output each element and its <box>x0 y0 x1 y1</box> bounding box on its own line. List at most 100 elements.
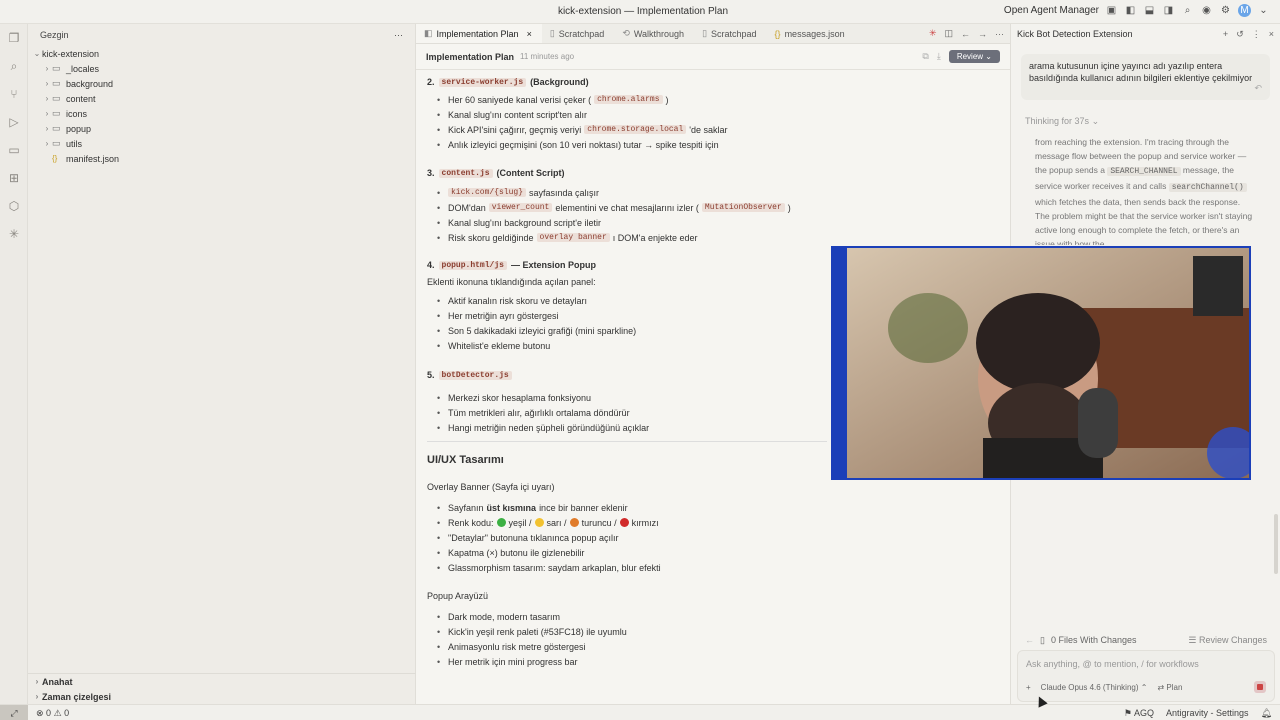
orange-circle-icon <box>569 518 579 527</box>
folder-icon: ▭ <box>52 108 61 118</box>
history-icon[interactable]: ↺ <box>1236 29 1244 40</box>
section-number: 4. <box>427 260 435 270</box>
tab-4[interactable]: {} messages.json <box>767 24 855 43</box>
globe-icon[interactable]: ◉ <box>1200 4 1213 17</box>
text: turuncu / <box>581 517 617 528</box>
remote-icon[interactable]: ⤢ <box>0 705 28 720</box>
back-icon[interactable]: ← <box>1025 635 1034 645</box>
text: Kapatma (×) butonu ile gizlenebilir <box>448 547 585 558</box>
outline-section[interactable]: › Anahat <box>28 674 416 689</box>
tree-item[interactable]: › ▭ _locales <box>28 61 415 76</box>
tab-1[interactable]: ▯ Scratchpad <box>542 24 614 43</box>
tree-item[interactable]: › ▭ icons <box>28 106 415 121</box>
inline-code: chrome.storage.local <box>584 125 687 134</box>
review-label: Review <box>956 52 984 61</box>
files-label: 0 Files With Changes <box>1050 635 1137 645</box>
tab-file-icon: ⟲ <box>622 28 630 38</box>
timeline-section[interactable]: › Zaman çizelgesi <box>28 689 416 704</box>
text: ince bir banner eklenir <box>539 502 628 513</box>
model-label: Claude Opus 4.6 (Thinking) <box>1040 682 1139 692</box>
tree-item[interactable]: › ▭ content <box>28 91 415 106</box>
forward-icon[interactable]: → <box>978 29 987 39</box>
tab-file-icon: ▯ <box>702 28 708 38</box>
thinking-toggle[interactable]: Thinking for 37s ⌄ <box>1025 116 1266 127</box>
sidebar-right-icon[interactable]: ◨ <box>1162 4 1175 17</box>
section-heading: 2. service-worker.js (Background) <box>427 74 999 90</box>
close-icon[interactable]: × <box>1269 29 1274 40</box>
more-actions-icon[interactable]: ⋮ <box>1252 29 1261 40</box>
webcam-overlay <box>831 246 1251 480</box>
list-item-text: Her metriğin ayrı göstergesi <box>448 310 559 321</box>
tree-item[interactable]: › ▭ background <box>28 76 415 91</box>
search-icon[interactable]: ⌕ <box>1181 4 1194 17</box>
database-icon[interactable]: ⬡ <box>0 192 28 220</box>
text: Sayfanın <box>448 502 484 513</box>
close-icon[interactable]: × <box>527 29 532 39</box>
files-with-changes[interactable]: ← ▯ 0 Files With Changes ☰ Review Change… <box>1011 632 1280 648</box>
search-icon[interactable]: ⌕ <box>0 52 28 80</box>
download-icon[interactable]: ⤓ <box>937 51 941 62</box>
outline-label: Anahat <box>42 676 73 687</box>
list-item: Kanal slug'ını content script'ten alır <box>437 107 999 122</box>
open-agent-manager-button[interactable]: Open Agent Manager <box>1004 5 1099 16</box>
panel-bottom-icon[interactable]: ⬓ <box>1143 4 1156 17</box>
inline-code: service-worker.js <box>438 77 527 87</box>
add-icon[interactable]: + <box>1026 683 1031 692</box>
tree-item[interactable]: › ▭ popup <box>28 121 415 136</box>
remote-explorer-icon[interactable]: ▭ <box>0 136 28 164</box>
back-icon[interactable]: ← <box>961 29 970 39</box>
avatar[interactable]: M <box>1238 4 1251 17</box>
undo-icon[interactable]: ↶ <box>1254 82 1262 94</box>
sidebar-left-icon[interactable]: ◧ <box>1124 4 1137 17</box>
title-bar: kick-extension — Implementation Plan Ope… <box>0 0 1280 24</box>
title-bar-controls: Open Agent Manager ▣ ◧ ⬓ ◨ ⌕ ◉ ⚙ M ⌄ <box>1004 4 1270 17</box>
tree-item-label: background <box>66 78 114 89</box>
chevron-down-icon[interactable]: ⌄ <box>1257 4 1270 17</box>
list-item: "Detaylar" butonuna tıklanınca popup açı… <box>437 530 999 545</box>
text: elementini ve chat mesajlarını izler ( <box>555 202 699 213</box>
layout-icon[interactable]: ▣ <box>1105 4 1118 17</box>
tab-2[interactable]: ⟲ Walkthrough <box>614 24 694 43</box>
tab-3[interactable]: ▯ Scratchpad <box>694 24 766 43</box>
text: Her 60 saniyede kanal verisi çeker ( <box>448 94 592 105</box>
review-changes-button[interactable]: ☰ Review Changes <box>1188 635 1267 646</box>
stop-button[interactable] <box>1254 681 1266 693</box>
split-editor-icon[interactable]: ◫ <box>944 28 953 39</box>
explorer-footer: › Anahat › Zaman çizelgesi <box>28 673 416 704</box>
run-debug-icon[interactable]: ▷ <box>0 108 28 136</box>
list-item-text: Kick'in yeşil renk paleti (#53FC18) ile … <box>448 626 627 637</box>
tree-root[interactable]: ⌄ kick-extension <box>28 46 415 61</box>
error-count[interactable]: ⊗ 0 ⚠ 0 <box>36 708 69 719</box>
list-item: Dark mode, modern tasarım <box>437 609 999 624</box>
add-icon[interactable]: + <box>1223 29 1228 40</box>
tab-label: messages.json <box>784 28 845 39</box>
tree-item[interactable]: {} manifest.json <box>28 151 415 166</box>
list-item: DOM'danviewer_countelementini ve chat me… <box>437 200 999 215</box>
mode-selector[interactable]: ⇄ Plan <box>1157 683 1182 692</box>
chevron-right-icon: › <box>45 109 49 118</box>
list-item: Anlık izleyici geçmişini (son 10 veri no… <box>437 137 999 152</box>
agent-icon[interactable]: ✳ <box>0 220 28 248</box>
more-actions-icon[interactable]: ··· <box>995 29 1004 39</box>
text: "Detaylar" butonuna tıklanınca popup açı… <box>448 532 619 543</box>
explorer-icon[interactable]: ❐ <box>0 24 28 52</box>
copy-icon[interactable]: ⧉ <box>922 51 928 62</box>
extensions-icon[interactable]: ⊞ <box>0 164 28 192</box>
agq-status[interactable]: ⚑ AGQ <box>1124 708 1154 719</box>
folder-icon: ▭ <box>52 78 61 88</box>
scrollbar[interactable] <box>1274 514 1278 574</box>
tab-0[interactable]: ◧ Implementation Plan × <box>416 24 542 43</box>
model-selector[interactable]: Claude Opus 4.6 (Thinking) ⌃ <box>1041 683 1148 692</box>
settings-status[interactable]: Antigravity - Settings <box>1166 708 1249 718</box>
bell-icon[interactable]: 🔔︎ <box>1261 708 1272 719</box>
tree-item[interactable]: › ▭ utils <box>28 136 415 151</box>
chevron-down-icon: ⌄ <box>33 49 41 58</box>
gear-icon[interactable]: ⚙ <box>1219 4 1232 17</box>
source-control-icon[interactable]: ⑂ <box>0 80 28 108</box>
debug-icon[interactable]: ✳ <box>929 28 937 39</box>
folder-icon: ▭ <box>52 138 61 148</box>
review-button[interactable]: Review ⌄ <box>948 50 1000 63</box>
more-actions-icon[interactable]: ··· <box>394 30 403 40</box>
editor-tabs: ◧ Implementation Plan × ▯ Scratchpad ⟲ Walkthr… <box>416 24 1010 44</box>
chat-input[interactable]: Ask anything, @ to mention, / for workfl… <box>1017 650 1275 702</box>
